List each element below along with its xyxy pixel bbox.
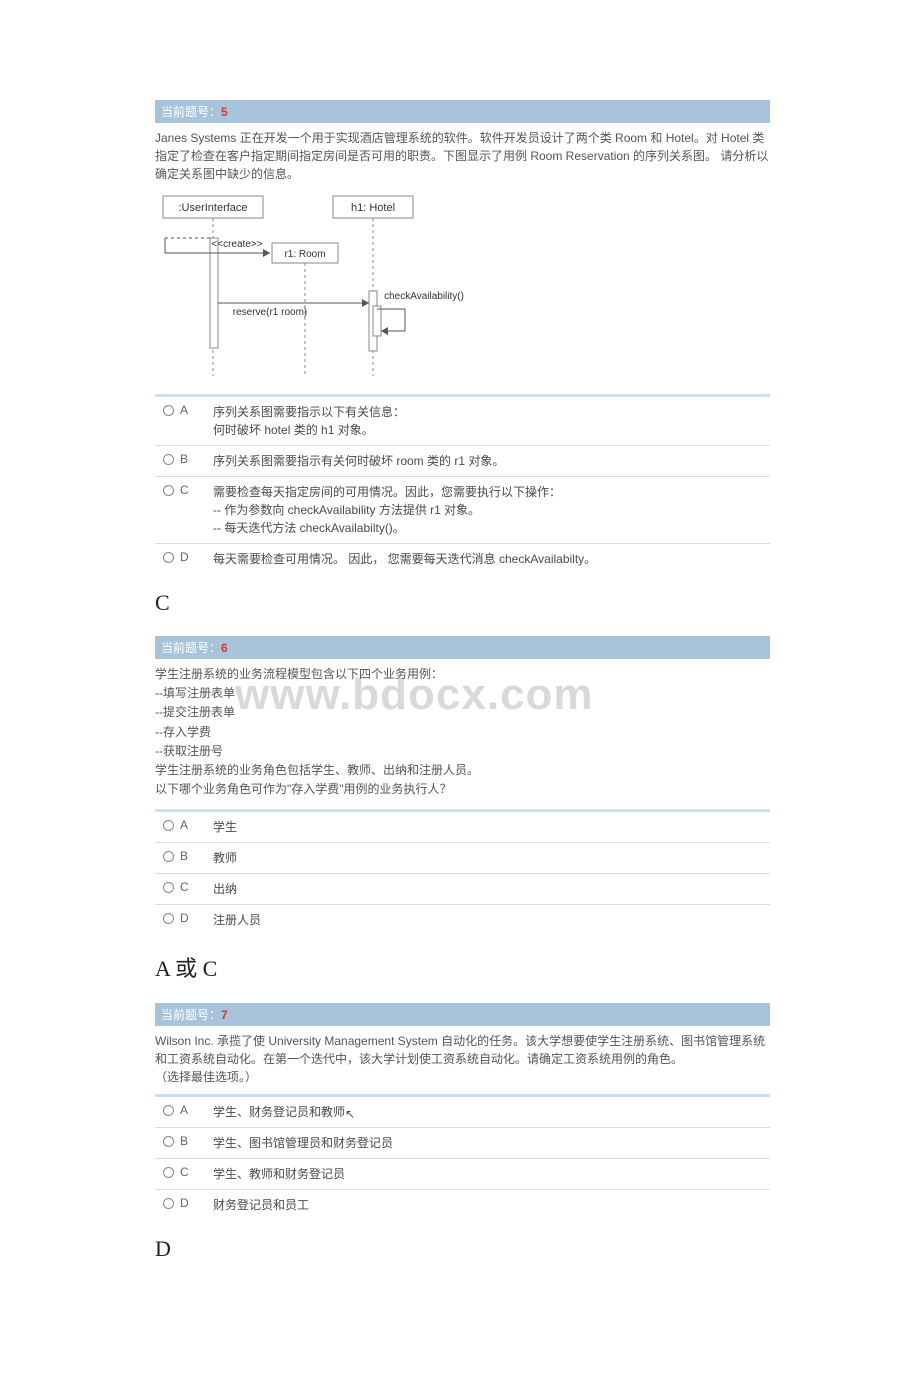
- opt-label-d: D: [180, 911, 189, 925]
- opt-label-a: A: [180, 1103, 188, 1117]
- q6-header-num: 6: [221, 641, 228, 655]
- q5-header-num: 5: [221, 105, 228, 119]
- q5-opt-b-text: 序列关系图需要指示有关何时破坏 room 类的 r1 对象。: [213, 452, 762, 470]
- q5-opt-a-text: 序列关系图需要指示以下有关信息： 何时破坏 hotel 类的 h1 对象。: [213, 403, 762, 439]
- diagram-obj2: h1: Hotel: [351, 202, 395, 214]
- q6-option-d[interactable]: D 注册人员: [155, 905, 770, 935]
- q7-opt-c-text: 学生、教师和财务登记员: [213, 1165, 762, 1183]
- q7-header-prefix: 当前题号：: [161, 1008, 221, 1022]
- q5-option-c[interactable]: C 需要检查每天指定房间的可用情况。因此，您需要执行以下操作： -- 作为参数向…: [155, 477, 770, 544]
- q7-option-c[interactable]: C 学生、教师和财务登记员: [155, 1159, 770, 1190]
- radio-icon: [163, 882, 174, 893]
- q6-text: 学生注册系统的业务流程模型包含以下四个业务用例： --填写注册表单 --提交注册…: [155, 665, 770, 799]
- diagram-create-target: r1: Room: [284, 249, 325, 260]
- q7-opt-b-text: 学生、图书馆管理员和财务登记员: [213, 1134, 762, 1152]
- q6-opt-a-text: 学生: [213, 818, 762, 836]
- opt-label-c: C: [180, 880, 189, 894]
- opt-label-a: A: [180, 818, 188, 832]
- q6-option-a[interactable]: A 学生: [155, 812, 770, 843]
- radio-icon: [163, 820, 174, 831]
- radio-icon: [163, 851, 174, 862]
- q6-opt-b-text: 教师: [213, 849, 762, 867]
- radio-icon: [163, 485, 174, 496]
- opt-label-d: D: [180, 1196, 189, 1210]
- q7-option-d[interactable]: D 财务登记员和员工: [155, 1190, 770, 1220]
- q6-header: 当前题号：6: [155, 636, 770, 659]
- q7-opt-a-text: 学生、财务登记员和教师↖: [213, 1103, 762, 1121]
- q7-header-num: 7: [221, 1008, 228, 1022]
- q7-option-b[interactable]: B 学生、图书馆管理员和财务登记员: [155, 1128, 770, 1159]
- q5-opt-d-text: 每天需要检查可用情况。 因此， 您需要每天迭代消息 checkAvailabil…: [213, 550, 762, 568]
- q6-option-c[interactable]: C 出纳: [155, 874, 770, 905]
- question-5: 当前题号：5 Janes Systems 正在开发一个用于实现酒店管理系统的软件…: [155, 100, 770, 574]
- opt-label-b: B: [180, 849, 188, 863]
- radio-icon: [163, 1105, 174, 1116]
- q5-header: 当前题号：5: [155, 100, 770, 123]
- q5-diagram: :UserInterface h1: Hotel <<create>> r1: …: [155, 191, 770, 384]
- q7-option-a[interactable]: A 学生、财务登记员和教师↖: [155, 1097, 770, 1128]
- radio-icon: [163, 405, 174, 416]
- opt-label-c: C: [180, 1165, 189, 1179]
- q5-text: Janes Systems 正在开发一个用于实现酒店管理系统的软件。软件开发员设…: [155, 129, 770, 183]
- q6-option-b[interactable]: B 教师: [155, 843, 770, 874]
- q5-answer: C: [155, 574, 770, 636]
- question-7: 当前题号：7 Wilson Inc. 承揽了使 University Manag…: [155, 1003, 770, 1220]
- question-6: 当前题号：6 www.bdocx.com 学生注册系统的业务流程模型包含以下四个…: [155, 636, 770, 935]
- radio-icon: [163, 1167, 174, 1178]
- opt-label-d: D: [180, 550, 189, 564]
- q7-answer: D: [155, 1220, 770, 1282]
- q7-opt-d-text: 财务登记员和员工: [213, 1196, 762, 1214]
- q5-opt-c-text: 需要检查每天指定房间的可用情况。因此，您需要执行以下操作： -- 作为参数向 c…: [213, 483, 762, 537]
- radio-icon: [163, 913, 174, 924]
- q6-answer: A 或 C: [155, 935, 770, 1003]
- q5-option-b[interactable]: B 序列关系图需要指示有关何时破坏 room 类的 r1 对象。: [155, 446, 770, 477]
- radio-icon: [163, 1136, 174, 1147]
- q6-header-prefix: 当前题号：: [161, 641, 221, 655]
- opt-label-b: B: [180, 1134, 188, 1148]
- opt-label-a: A: [180, 403, 188, 417]
- diagram-create: <<create>>: [211, 239, 262, 250]
- q7-text: Wilson Inc. 承揽了使 University Management S…: [155, 1032, 770, 1086]
- radio-icon: [163, 454, 174, 465]
- diagram-msg2: checkAvailability(): [384, 291, 464, 302]
- opt-label-c: C: [180, 483, 189, 497]
- q6-opt-c-text: 出纳: [213, 880, 762, 898]
- q7-header: 当前题号：7: [155, 1003, 770, 1026]
- q5-option-d[interactable]: D 每天需要检查可用情况。 因此， 您需要每天迭代消息 checkAvailab…: [155, 544, 770, 574]
- q5-option-a[interactable]: A 序列关系图需要指示以下有关信息： 何时破坏 hotel 类的 h1 对象。: [155, 397, 770, 446]
- radio-icon: [163, 552, 174, 563]
- cursor-icon: ↖: [345, 1105, 355, 1123]
- q6-opt-d-text: 注册人员: [213, 911, 762, 929]
- radio-icon: [163, 1198, 174, 1209]
- diagram-obj1: :UserInterface: [178, 202, 247, 214]
- q5-header-prefix: 当前题号：: [161, 105, 221, 119]
- diagram-msg1: reserve(r1 room): [233, 307, 307, 318]
- opt-label-b: B: [180, 452, 188, 466]
